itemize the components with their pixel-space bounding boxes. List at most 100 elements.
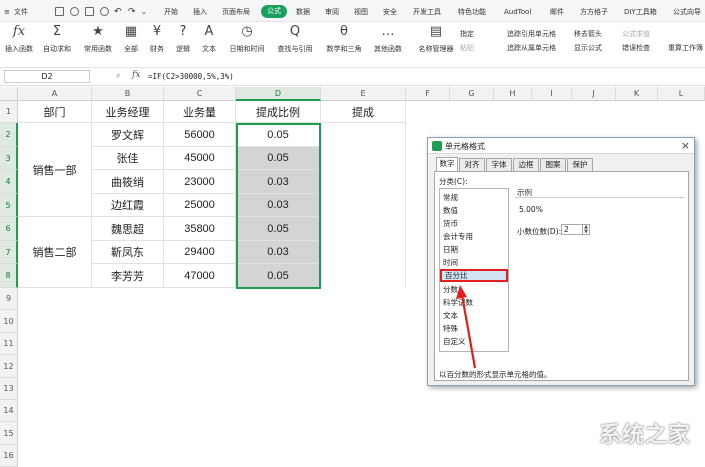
zoom-icon[interactable]: ⌕ bbox=[116, 71, 120, 81]
category-item[interactable]: 文本 bbox=[443, 310, 505, 321]
volume-cell[interactable]: 47000 bbox=[164, 264, 236, 288]
tab-features[interactable]: 特色功能 bbox=[458, 6, 486, 18]
tab-border[interactable]: 边框 bbox=[513, 158, 539, 171]
ratio-cell[interactable]: 0.05 bbox=[236, 264, 321, 288]
column-header-f[interactable]: F bbox=[406, 87, 450, 101]
category-item[interactable]: 会计专用 bbox=[443, 231, 505, 242]
volume-cell[interactable]: 45000 bbox=[164, 147, 236, 170]
financial-button[interactable]: ¥ 财务 bbox=[146, 24, 168, 54]
column-header-g[interactable]: G bbox=[450, 87, 494, 101]
header-cell-dept[interactable]: 部门 bbox=[18, 101, 92, 123]
category-item[interactable]: 时间 bbox=[443, 257, 505, 268]
text-functions-button[interactable]: A 文本 bbox=[198, 24, 220, 54]
trace-precedents-button[interactable]: 追踪引用单元格 bbox=[507, 29, 556, 39]
specify-name-button[interactable]: 指定 bbox=[460, 29, 474, 39]
header-cell-commission[interactable]: 提成 bbox=[321, 101, 406, 123]
formula-input[interactable]: =IF(C2>30000,5%,3%) bbox=[148, 72, 234, 81]
insert-function-button[interactable]: fx 插入函数 bbox=[4, 24, 34, 54]
ratio-cell[interactable]: 0.03 bbox=[236, 241, 321, 264]
row-header-6[interactable]: 6 bbox=[0, 217, 18, 241]
header-cell-manager[interactable]: 业务经理 bbox=[92, 101, 164, 123]
row-header-15[interactable]: 15 bbox=[0, 422, 18, 445]
undo-icon[interactable]: ↶ bbox=[114, 6, 122, 18]
commission-column-cells[interactable] bbox=[321, 123, 406, 288]
tab-font[interactable]: 字体 bbox=[486, 158, 512, 171]
select-all-corner[interactable] bbox=[0, 87, 18, 101]
show-formulas-button[interactable]: 显示公式 bbox=[574, 43, 602, 53]
header-cell-volume[interactable]: 业务量 bbox=[164, 101, 236, 123]
tab-number[interactable]: 数字 bbox=[436, 157, 458, 172]
file-menu[interactable]: 文件 bbox=[14, 6, 28, 18]
row-header-14[interactable]: 14 bbox=[0, 400, 18, 422]
fx-icon[interactable]: fx bbox=[132, 70, 140, 80]
tab-page-layout[interactable]: 页面布局 bbox=[222, 6, 250, 18]
tab-security[interactable]: 安全 bbox=[383, 6, 397, 18]
paste-name-button[interactable]: 粘贴 bbox=[460, 43, 474, 53]
name-manager-button[interactable]: ▤ 名称管理器 bbox=[417, 24, 455, 54]
tab-pattern[interactable]: 图案 bbox=[540, 158, 566, 171]
row-header-4[interactable]: 4 bbox=[0, 170, 18, 194]
tab-developer[interactable]: 开发工具 bbox=[413, 6, 441, 18]
row-header-13[interactable]: 13 bbox=[0, 378, 18, 400]
redo-icon[interactable]: ↷ bbox=[128, 6, 136, 18]
row-header-11[interactable]: 11 bbox=[0, 333, 18, 355]
decimal-places-input[interactable]: 2 bbox=[561, 224, 583, 235]
tab-protection[interactable]: 保护 bbox=[567, 158, 593, 171]
other-functions-button[interactable]: … 其他函数 bbox=[370, 24, 406, 54]
volume-cell[interactable]: 23000 bbox=[164, 170, 236, 194]
column-header-l[interactable]: L bbox=[658, 87, 705, 101]
app-menu-icon[interactable]: ≡ bbox=[4, 6, 10, 18]
tab-diy-toolbox[interactable]: DIY工具箱 bbox=[624, 6, 657, 18]
row-header-7[interactable]: 7 bbox=[0, 241, 18, 264]
error-check-button[interactable]: 错误检查 bbox=[622, 43, 650, 53]
customize-icon[interactable]: ⌄ bbox=[141, 6, 147, 18]
print-icon[interactable] bbox=[85, 7, 94, 16]
tab-formulas[interactable]: 公式 bbox=[261, 5, 287, 18]
category-item[interactable]: 常规 bbox=[443, 192, 505, 203]
row-header-16[interactable]: 16 bbox=[0, 445, 18, 467]
group-cell-sales-2[interactable]: 销售二部 bbox=[18, 217, 92, 288]
close-icon[interactable]: × bbox=[681, 139, 690, 152]
trace-dependents-button[interactable]: 追踪从属单元格 bbox=[507, 43, 556, 53]
column-header-h[interactable]: H bbox=[494, 87, 532, 101]
manager-cell[interactable]: 边红霞 bbox=[92, 194, 164, 217]
dialog-titlebar[interactable]: 单元格格式 × bbox=[428, 138, 694, 154]
category-item[interactable]: 科学记数 bbox=[443, 297, 505, 308]
manager-cell[interactable]: 魏思超 bbox=[92, 217, 164, 241]
math-trig-button[interactable]: θ 数学和三角 bbox=[324, 24, 364, 54]
group-cell-sales-1[interactable]: 销售一部 bbox=[18, 123, 92, 217]
common-functions-button[interactable]: ★ 常用函数 bbox=[80, 24, 116, 54]
column-header-e[interactable]: E bbox=[321, 87, 406, 101]
manager-cell[interactable]: 李芳芳 bbox=[92, 264, 164, 288]
ratio-cell[interactable]: 0.03 bbox=[236, 194, 321, 217]
remove-arrows-button[interactable]: 移去箭头 bbox=[574, 29, 602, 39]
tab-ffgz[interactable]: 方方格子 bbox=[580, 6, 608, 18]
column-header-i[interactable]: I bbox=[532, 87, 572, 101]
tab-view[interactable]: 视图 bbox=[354, 6, 368, 18]
save-icon[interactable] bbox=[55, 7, 64, 16]
evaluate-formula-button[interactable]: 公式求值 bbox=[622, 29, 650, 39]
tab-alignment[interactable]: 对齐 bbox=[459, 158, 485, 171]
row-header-12[interactable]: 12 bbox=[0, 355, 18, 378]
autosum-button[interactable]: Σ 自动求和 bbox=[40, 24, 74, 54]
volume-cell[interactable]: 56000 bbox=[164, 123, 236, 147]
header-cell-ratio[interactable]: 提成比例 bbox=[236, 101, 321, 123]
category-item[interactable]: 货币 bbox=[443, 218, 505, 229]
tab-data[interactable]: 数据 bbox=[296, 6, 310, 18]
tab-insert[interactable]: 插入 bbox=[193, 6, 207, 18]
tab-audtool[interactable]: AudTool bbox=[504, 6, 531, 18]
manager-cell[interactable]: 罗文辉 bbox=[92, 123, 164, 147]
ratio-cell[interactable]: 0.05 bbox=[236, 123, 321, 147]
ratio-cell[interactable]: 0.03 bbox=[236, 170, 321, 194]
export-icon[interactable] bbox=[70, 7, 79, 16]
row-header-5[interactable]: 5 bbox=[0, 194, 18, 217]
date-time-button[interactable]: ◷ 日期和时间 bbox=[228, 24, 266, 54]
ratio-cell[interactable]: 0.05 bbox=[236, 217, 321, 241]
volume-cell[interactable]: 25000 bbox=[164, 194, 236, 217]
column-header-c[interactable]: C bbox=[164, 87, 236, 101]
logical-button[interactable]: ? 逻辑 bbox=[172, 24, 194, 54]
category-item[interactable]: 分数 bbox=[443, 284, 505, 295]
tab-mail[interactable]: 邮件 bbox=[550, 6, 564, 18]
column-header-k[interactable]: K bbox=[616, 87, 658, 101]
category-list[interactable]: 常规 数值 货币 会计专用 日期 时间 百分比 分数 科学记数 文本 特殊 自定… bbox=[439, 188, 509, 352]
